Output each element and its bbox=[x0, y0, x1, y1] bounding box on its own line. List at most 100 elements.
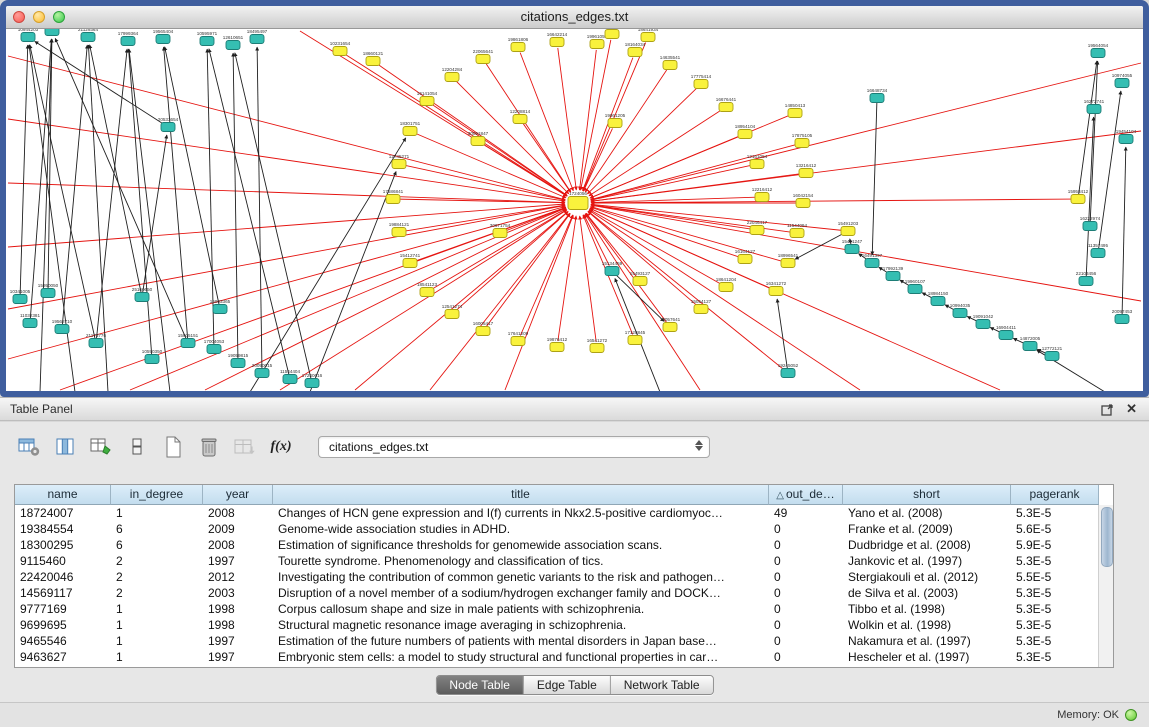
graph-node[interactable]: 15134459 bbox=[602, 261, 623, 276]
graph-node[interactable]: 11357495 bbox=[1088, 243, 1109, 258]
graph-node[interactable]: 21129364 bbox=[78, 29, 99, 42]
column-header-year[interactable]: year bbox=[203, 485, 273, 505]
graph-node[interactable]: 15958412 bbox=[1068, 189, 1089, 204]
graph-node[interactable]: 11381113 bbox=[42, 29, 62, 36]
column-header-name[interactable]: name bbox=[15, 485, 111, 505]
graph-node[interactable]: 10974055 bbox=[1112, 73, 1133, 88]
table-row[interactable]: 1830029562008Estimation of significance … bbox=[15, 537, 1113, 553]
float-panel-icon[interactable] bbox=[1101, 403, 1114, 416]
graph-node[interactable]: 11032381 bbox=[20, 313, 41, 328]
column-header-short[interactable]: short bbox=[843, 485, 1011, 505]
tab-edge-table[interactable]: Edge Table bbox=[524, 676, 611, 694]
graph-node[interactable]: 18984150 bbox=[928, 291, 949, 306]
graph-node[interactable]: 18541123 bbox=[417, 282, 438, 297]
graph-node[interactable]: 19861806 bbox=[508, 37, 529, 52]
vertical-scrollbar[interactable] bbox=[1098, 505, 1113, 667]
graph-node[interactable]: 10590350 bbox=[142, 349, 163, 364]
table-row[interactable]: 1938455462009Genome-wide association stu… bbox=[15, 521, 1113, 537]
graph-node[interactable]: 19961054 bbox=[587, 34, 608, 49]
table-row[interactable]: 977716911998Corpus callosum shape and si… bbox=[15, 601, 1113, 617]
graph-node[interactable]: 22065641 bbox=[473, 49, 494, 64]
graph-node[interactable]: 12772121 bbox=[1042, 346, 1063, 361]
graph-node[interactable]: 17128845 bbox=[625, 330, 646, 345]
graph-node[interactable]: 12610651 bbox=[223, 35, 244, 50]
graph-node[interactable]: 12745271 bbox=[389, 154, 410, 169]
graph-node[interactable]: 19565404 bbox=[153, 29, 174, 44]
graph-node[interactable]: 15491247 bbox=[842, 239, 863, 254]
graph-node[interactable]: 12208814 bbox=[510, 109, 531, 124]
tab-network-table[interactable]: Network Table bbox=[611, 676, 713, 694]
graph-node[interactable]: 16676441 bbox=[716, 97, 737, 112]
graph-node[interactable]: 16042154 bbox=[793, 193, 814, 208]
table-row[interactable]: 946362711997Embryonic stem cells: a mode… bbox=[15, 649, 1113, 665]
graph-node[interactable]: 16904411 bbox=[996, 325, 1017, 340]
function-builder-icon[interactable]: f(x) bbox=[268, 435, 294, 459]
graph-node[interactable]: 19091042 bbox=[973, 314, 994, 329]
graph-node[interactable]: 15493127 bbox=[630, 271, 651, 286]
graph-node[interactable]: 12541274 bbox=[442, 304, 463, 319]
graph-node[interactable]: 15491203 bbox=[838, 221, 859, 236]
graph-node[interactable]: 17586841 bbox=[383, 189, 404, 204]
graph-node[interactable]: 18057641 bbox=[660, 317, 681, 332]
table-row[interactable]: 1872400712008Changes of HCN gene express… bbox=[15, 505, 1113, 521]
graph-node[interactable]: 10231654 bbox=[330, 41, 351, 56]
graph-node[interactable]: 30091847 bbox=[468, 131, 489, 146]
graph-node[interactable]: 19245052 bbox=[778, 363, 799, 378]
graph-node[interactable]: 16491397 bbox=[862, 253, 883, 268]
graph-node[interactable]: 21173776 bbox=[86, 333, 107, 348]
graph-node[interactable]: 14872005 bbox=[1020, 336, 1041, 351]
graph-node[interactable]: 15983365 bbox=[210, 299, 231, 314]
graph-node[interactable]: 13216412 bbox=[796, 163, 817, 178]
graph-hub-node[interactable]: 1724056 bbox=[568, 191, 588, 210]
citation-network-graph[interactable]: 1094420311381113211293641799936419565404… bbox=[6, 29, 1143, 392]
graph-node[interactable]: 17999364 bbox=[118, 31, 139, 46]
graph-node[interactable]: 16222974 bbox=[1080, 216, 1101, 231]
graph-node[interactable]: 19960107 bbox=[905, 279, 926, 294]
column-header-in-degree[interactable]: in_degree bbox=[111, 485, 203, 505]
graph-node[interactable]: 18641204 bbox=[716, 277, 737, 292]
graph-node[interactable]: 22046417 bbox=[747, 220, 768, 235]
window-close-button[interactable] bbox=[13, 11, 25, 23]
window-minimize-button[interactable] bbox=[33, 11, 45, 23]
graph-node[interactable]: 10341005 bbox=[10, 289, 31, 304]
graph-node[interactable]: 20090015 bbox=[252, 363, 273, 378]
graph-node[interactable]: 12161054 bbox=[747, 154, 768, 169]
graph-node[interactable]: 14635541 bbox=[660, 55, 681, 70]
graph-node[interactable]: 16272741 bbox=[1084, 99, 1105, 114]
graph-node[interactable]: 22103456 bbox=[1076, 271, 1097, 286]
graph-node[interactable]: 19564054 bbox=[1088, 43, 1109, 58]
window-titlebar[interactable]: citations_edges.txt bbox=[6, 6, 1143, 29]
column-header-out-de-[interactable]: △out_de… bbox=[769, 485, 843, 505]
graph-node[interactable]: 12216412 bbox=[752, 187, 773, 202]
graph-node[interactable]: 16005417 bbox=[473, 321, 494, 336]
memory-ok-indicator-icon[interactable] bbox=[1125, 709, 1137, 721]
graph-node[interactable]: 14850413 bbox=[785, 103, 806, 118]
create-column-icon[interactable] bbox=[88, 435, 114, 459]
table-row[interactable]: 969969511998Structural magnetic resonanc… bbox=[15, 617, 1113, 633]
new-file-icon[interactable] bbox=[160, 435, 186, 459]
graph-node[interactable]: 19876412 bbox=[547, 337, 568, 352]
graph-node[interactable]: 10994035 bbox=[950, 303, 971, 318]
window-zoom-button[interactable] bbox=[53, 11, 65, 23]
graph-node[interactable]: 16125436 bbox=[602, 29, 623, 39]
graph-node[interactable]: 18301751 bbox=[400, 121, 421, 136]
graph-node[interactable]: 16648734 bbox=[867, 88, 888, 103]
table-row[interactable]: 2242004622012Investigating the contribut… bbox=[15, 569, 1113, 585]
graph-node[interactable]: 17775414 bbox=[691, 74, 712, 89]
tab-node-table[interactable]: Node Table bbox=[436, 676, 524, 694]
graph-node[interactable]: 19454104 bbox=[1116, 129, 1137, 144]
graph-node[interactable]: 19861205 bbox=[605, 113, 626, 128]
graph-node[interactable]: 18641934 bbox=[638, 29, 659, 42]
graph-node[interactable]: 15950050 bbox=[38, 283, 59, 298]
graph-node[interactable]: 18495497 bbox=[247, 29, 268, 44]
graph-node[interactable]: 16164127 bbox=[735, 249, 756, 264]
scrollbar-thumb[interactable] bbox=[1101, 507, 1113, 567]
table-mode-icon[interactable] bbox=[16, 435, 42, 459]
graph-node[interactable]: 18996541 bbox=[778, 253, 799, 268]
graph-node[interactable]: 11544404 bbox=[280, 369, 301, 384]
graph-node[interactable]: 18660121 bbox=[363, 51, 384, 66]
table-row[interactable]: 946554611997Estimation of the future num… bbox=[15, 633, 1113, 649]
show-columns-icon[interactable] bbox=[52, 435, 78, 459]
graph-node[interactable]: 17240616 bbox=[302, 373, 323, 388]
graph-node[interactable]: 19059815 bbox=[228, 353, 249, 368]
